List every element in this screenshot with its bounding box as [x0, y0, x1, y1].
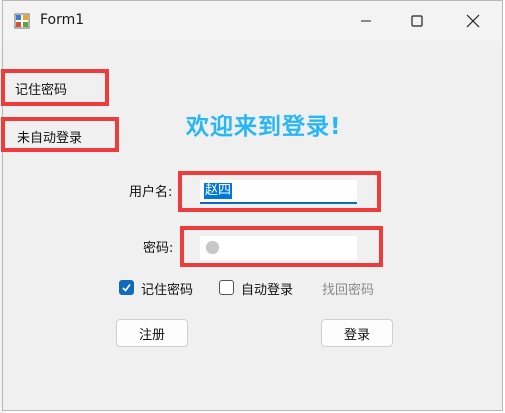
form-app-icon: [14, 13, 30, 29]
minimize-button[interactable]: [343, 1, 389, 41]
close-button[interactable]: [450, 1, 496, 41]
register-button[interactable]: 注册: [116, 319, 188, 347]
remember-status-box: 记住密码: [1, 69, 109, 106]
form-window: Form1 记住密码 未自动登录 欢迎来到登录! 用户名: 赵四 密码: 记住密…: [1, 0, 503, 411]
remember-option-label[interactable]: 记住密码: [141, 279, 193, 298]
checkmark-icon: [122, 284, 131, 292]
forgot-password-link[interactable]: 找回密码: [322, 279, 374, 298]
register-button-label: 注册: [138, 327, 165, 343]
username-value: 赵四: [204, 183, 233, 199]
close-icon: [466, 14, 480, 28]
minimize-icon: [361, 20, 371, 22]
remember-status-label: 记住密码: [15, 83, 68, 98]
auto-login-option-label[interactable]: 自动登录: [241, 279, 293, 298]
window-title: Form1: [40, 12, 85, 28]
auto-login-status-label: 未自动登录: [17, 131, 83, 146]
auto-login-status-box: 未自动登录: [1, 117, 119, 152]
password-label: 密码:: [143, 241, 174, 256]
title-bar[interactable]: Form1: [3, 1, 502, 41]
maximize-icon: [411, 15, 423, 27]
maximize-button[interactable]: [394, 1, 440, 41]
login-button-label: 登录: [343, 327, 370, 343]
password-field-frame: [180, 226, 383, 267]
welcome-heading: 欢迎来到登录!: [186, 114, 342, 140]
password-input[interactable]: [200, 236, 357, 260]
username-field-frame: 赵四: [178, 171, 381, 212]
username-input[interactable]: 赵四: [200, 180, 357, 204]
remember-checkbox[interactable]: [119, 280, 134, 295]
auto-login-checkbox[interactable]: [219, 280, 234, 295]
login-button[interactable]: 登录: [321, 319, 393, 347]
username-label: 用户名:: [129, 185, 173, 200]
